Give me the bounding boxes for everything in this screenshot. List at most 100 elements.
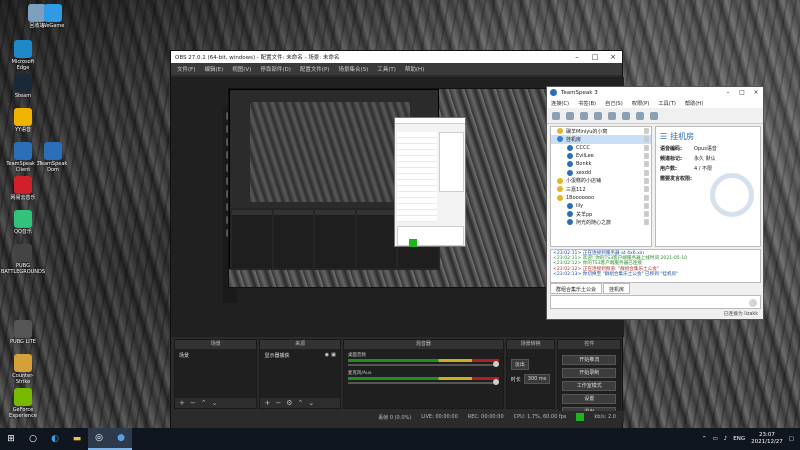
move-down-icon[interactable]: ⌄ [212,399,218,407]
settings-icon[interactable]: ⚙ [286,399,292,407]
chat-input[interactable] [550,295,761,309]
chat-tab[interactable]: 挂机房 [603,283,631,294]
obs-menu-item[interactable]: 停靠部件(D) [260,65,291,73]
ts-menu-item[interactable]: 书签(B) [578,100,596,107]
maximize-icon[interactable]: □ [735,89,749,96]
channel-tree-item[interactable]: 1Booooooo [551,193,651,201]
transition-select[interactable]: 淡出 [510,359,529,370]
subscribe-icon[interactable] [636,111,644,120]
away-icon[interactable] [594,111,602,120]
close-icon[interactable]: × [749,89,763,96]
channel-tree-item[interactable]: xexdd [551,168,651,176]
channel-info-title: 挂机房 [670,132,695,141]
sources-panel-title: 来源 [260,340,340,349]
mute-speaker-icon[interactable] [622,111,630,120]
channel-tree-item[interactable]: Bonkk [551,160,651,168]
mute-mic-icon[interactable] [608,111,616,120]
chat-tab[interactable]: 群组合集乐土公会 [550,283,603,294]
remove-icon[interactable]: − [190,399,196,407]
desktop-icon[interactable]: PUBG LITE [6,320,40,345]
obs-menu-item[interactable]: 文件(F) [177,65,195,73]
maximize-icon[interactable]: □ [586,53,604,61]
eye-icon[interactable]: ◉ [325,352,329,395]
source-item[interactable]: 显示器捕获 [264,352,289,395]
add-icon[interactable]: + [264,399,270,407]
channel-tree-item[interactable]: 碾羊Miniyu的小窝 [551,127,651,135]
ts-menu-item[interactable]: 帮助(H) [685,100,703,107]
nested-status-square [409,239,417,247]
channel-tree-item[interactable]: 挂机房 [551,135,651,144]
control-button[interactable]: 设置 [562,394,616,404]
remove-icon[interactable]: − [275,399,281,407]
ts-menu-item[interactable]: 工具(T) [658,100,676,107]
start-icon[interactable]: ⊞ [0,428,22,450]
desktop-icon[interactable]: Steam [6,74,40,99]
channel-tree-item[interactable]: EvilLee [551,152,651,160]
move-up-icon[interactable]: ⌃ [297,399,303,407]
mixer-panel-title: 混音器 [343,340,503,349]
disconnect-icon[interactable] [566,111,574,120]
channel-tree-item[interactable]: CCCC [551,144,651,152]
track-name: 麦克风/Aux [347,371,372,376]
channel-tree-item[interactable]: 小蛋糕的小店铺 [551,177,651,185]
obs-menu-item[interactable]: 视图(V) [232,65,251,73]
move-down-icon[interactable]: ⌄ [308,399,314,407]
teamspeak-icon[interactable]: ● [110,428,132,450]
cs-icon [14,354,32,372]
obs-menu-item[interactable]: 帮助(H) [405,65,424,73]
scene-item[interactable]: 场景 [179,352,252,359]
file-explorer-icon[interactable]: ▬ [66,428,88,450]
desktop-icon[interactable]: YY语音 [6,108,40,133]
lock-icon[interactable]: ▣ [331,352,336,395]
duration-input[interactable]: 300 ms [523,374,551,384]
edge-icon[interactable]: ◐ [44,428,66,450]
control-button[interactable]: 开始推流 [562,355,616,365]
contacts-icon[interactable] [650,111,658,120]
channel-status-icon [557,128,563,135]
obs-menu-item[interactable]: 场景集合(S) [338,65,368,73]
volume-slider[interactable] [347,361,499,367]
emoji-icon[interactable] [749,299,757,307]
ts-menu-item[interactable]: 权限(P) [632,100,650,107]
volume-icon[interactable]: ♪ [724,436,728,442]
desktop-icon-label: QQ音乐 [14,229,32,235]
chevron-up-icon[interactable]: ⌃ [702,436,707,442]
clock[interactable]: 23:07 2021/12/27 [751,432,783,446]
move-up-icon[interactable]: ⌃ [201,399,207,407]
connect-icon[interactable] [552,111,560,120]
search-icon[interactable]: ○ [22,428,44,450]
desktop-icon[interactable]: Counter-Strike [6,354,40,385]
add-icon[interactable]: + [179,399,185,407]
desktop-icon[interactable]: Microsoft Edge [6,40,40,71]
live-time: LIVE: 00:00:00 [421,414,458,420]
language-indicator[interactable]: ENG [733,436,745,442]
volume-slider[interactable] [347,379,499,385]
minimize-icon[interactable]: – [721,89,735,96]
ts-menu-item[interactable]: 自己(S) [605,100,623,107]
obs-menu-item[interactable]: 配置文件(P) [300,65,330,73]
channel-tree-item[interactable]: lily [551,202,651,210]
desktop-icon[interactable]: WeGame [36,4,70,29]
channel-tree-item[interactable]: 阿光的随心之旅 [551,218,651,226]
notification-icon[interactable]: ▢ [789,436,794,442]
obs-menu-item[interactable]: 编辑(E) [204,65,223,73]
network-icon[interactable]: ▭ [713,436,718,442]
obs-menu-item[interactable]: 工具(T) [377,65,396,73]
desktop-icon[interactable]: TeamSpeak Dom [36,142,70,173]
desktop-icon[interactable]: GeForce Experience [6,388,40,419]
desktop-icon[interactable]: QQ音乐 [6,210,40,235]
minimize-icon[interactable]: – [568,53,586,61]
close-icon[interactable]: × [604,53,622,61]
channel-tree-item[interactable]: 关羊pp [551,210,651,218]
channel-tree-item[interactable]: 三嘉112 [551,185,651,193]
info-key: 语音编码: [660,146,682,152]
control-button[interactable]: 开始录制 [562,368,616,378]
desktop-icon[interactable]: 网易云音乐 [6,176,40,201]
bookmark-icon[interactable] [580,111,588,120]
teamspeak-icon [44,142,62,160]
desktop-icon[interactable]: TeamSpeak 3 Client [6,142,40,173]
desktop-icon[interactable]: PUBG BATTLEGROUNDS [1,244,45,275]
ts-menu-item[interactable]: 连接(C) [551,100,569,107]
obs-icon[interactable]: ◎ [88,428,110,450]
control-button[interactable]: 工作室模式 [562,381,616,391]
